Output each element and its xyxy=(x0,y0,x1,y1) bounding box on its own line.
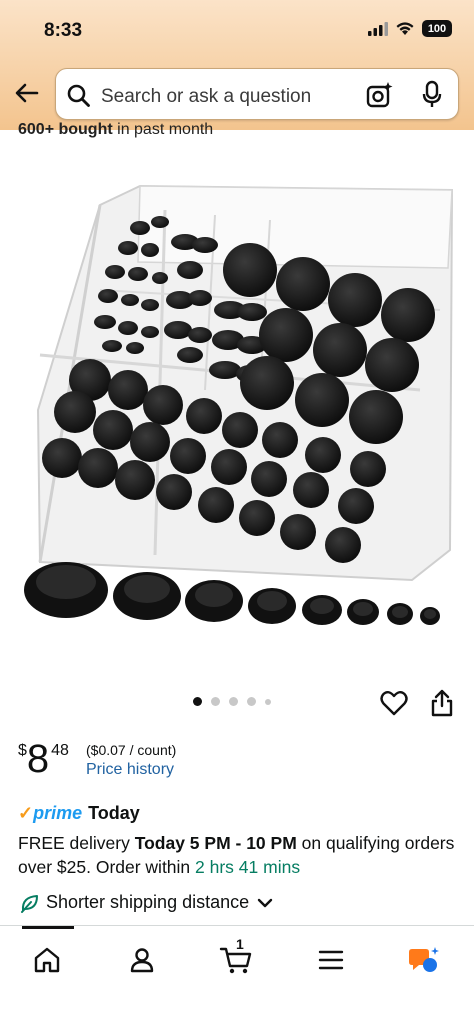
ai-assistant-icon xyxy=(409,947,439,972)
delivery-prefix: FREE delivery xyxy=(18,833,135,853)
order-countdown: 2 hrs 41 mins xyxy=(195,857,301,877)
shipping-distance-toggle[interactable]: Shorter shipping distance xyxy=(20,892,273,913)
search-row: Search or ask a question xyxy=(0,64,474,126)
prime-delivery-badge: ✓ prime Today xyxy=(18,803,140,824)
microphone-icon[interactable] xyxy=(421,80,443,110)
heart-icon[interactable] xyxy=(380,690,408,716)
prime-logo: ✓ prime xyxy=(18,803,82,824)
cart-count-badge: 1 xyxy=(236,936,244,952)
nav-menu[interactable] xyxy=(311,940,351,980)
menu-icon xyxy=(318,950,344,970)
app-header: 8:33 100 Search or ask a question xyxy=(0,0,474,130)
battery-icon: 100 xyxy=(422,20,452,37)
bought-in-past-month: 600+ bought in past month xyxy=(18,121,213,139)
product-image[interactable] xyxy=(0,150,474,670)
status-bar: 8:33 100 xyxy=(0,0,474,56)
prime-check-icon: ✓ xyxy=(18,803,34,823)
delivery-window: Today 5 PM - 10 PM xyxy=(134,833,297,853)
bought-count: 600+ bought xyxy=(18,121,113,138)
prime-today: Today xyxy=(88,803,140,823)
home-icon xyxy=(34,947,60,973)
image-carousel-dots[interactable] xyxy=(193,697,271,706)
bought-label: in past month xyxy=(112,121,214,138)
shipping-label: Shorter shipping distance xyxy=(46,892,250,912)
signal-icon xyxy=(368,21,388,36)
carousel-dot[interactable] xyxy=(229,697,238,706)
price-history-link[interactable]: Price history xyxy=(86,761,174,779)
carousel-dot[interactable] xyxy=(211,697,220,706)
price-currency: $ xyxy=(18,742,27,759)
search-input[interactable]: Search or ask a question xyxy=(55,68,459,120)
nav-account[interactable] xyxy=(122,940,162,980)
camera-lens-icon[interactable] xyxy=(366,81,394,109)
back-arrow-icon[interactable] xyxy=(12,78,42,108)
price-whole: 8 xyxy=(26,737,50,781)
nav-rufus[interactable] xyxy=(405,940,445,980)
carousel-dot[interactable] xyxy=(193,697,202,706)
unit-price: ($0.07 / count) xyxy=(86,742,177,758)
search-placeholder: Search or ask a question xyxy=(101,86,312,107)
search-icon xyxy=(67,84,90,107)
price-fraction: 48 xyxy=(51,742,69,759)
nav-home[interactable] xyxy=(27,940,67,980)
account-icon xyxy=(130,948,154,973)
delivery-info: FREE delivery Today 5 PM - 10 PM on qual… xyxy=(18,831,458,879)
leaf-icon xyxy=(21,894,38,913)
active-tab-indicator xyxy=(22,926,74,929)
share-icon[interactable] xyxy=(430,688,454,718)
prime-logo-text: prime xyxy=(33,803,83,823)
carousel-dot[interactable] xyxy=(265,698,271,705)
status-icons: 100 xyxy=(368,20,452,37)
chevron-down-icon xyxy=(257,898,273,907)
wifi-icon xyxy=(396,22,414,35)
clock: 8:33 xyxy=(44,20,83,41)
carousel-dot[interactable] xyxy=(247,697,256,706)
price: $ 8 48 xyxy=(18,738,69,780)
